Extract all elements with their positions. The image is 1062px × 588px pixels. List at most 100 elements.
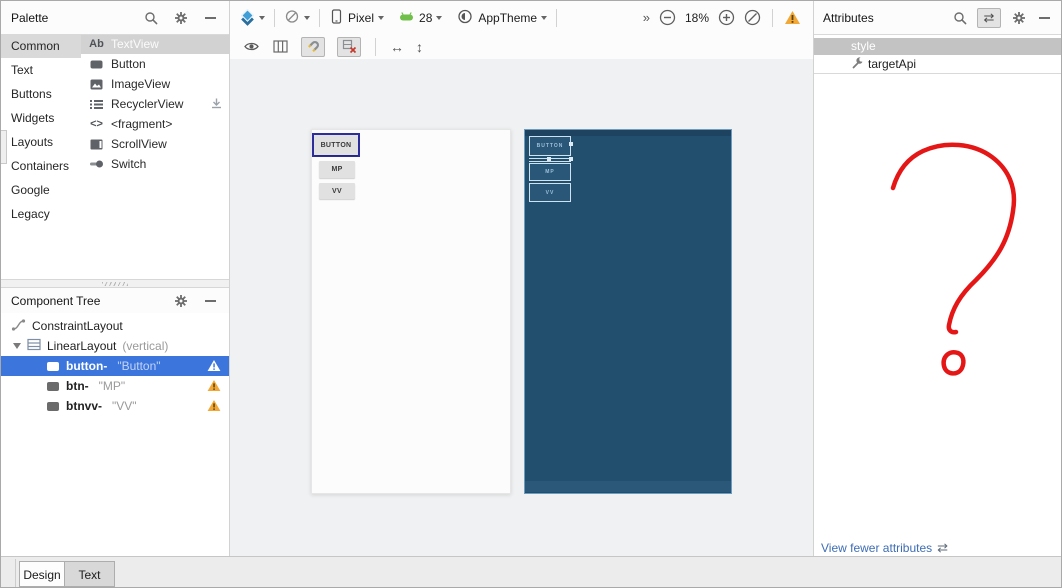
palette-item-recyclerview[interactable]: RecyclerView [81,94,229,114]
palette-item-imageview[interactable]: ImageView [81,74,229,94]
phone-icon [329,8,343,27]
constraintlayout-icon [11,318,26,335]
panel-splitter[interactable] [1,279,229,288]
minimize-icon[interactable] [1036,9,1053,26]
button-node-icon [47,401,59,411]
device-selector[interactable]: Pixel [329,8,385,27]
clear-constraints-icon[interactable] [337,36,361,57]
component-tree-header: Component Tree [1,288,229,313]
orientation-selector[interactable] [284,9,310,27]
attributes-title: Attributes [823,10,874,25]
autoconnect-magnet-icon[interactable] [301,36,325,57]
blueprint-preview-screen[interactable]: BUTTON MP VV [524,129,732,494]
button-node-icon [47,361,59,371]
button-node-icon [47,381,59,391]
gear-icon[interactable] [172,9,189,26]
blueprint-button[interactable]: MP [529,163,571,181]
warnings-icon[interactable] [784,9,801,26]
tree-node-button[interactable]: button- "Button" [1,356,229,376]
api-level-selector[interactable]: 28 [399,11,443,25]
minimize-icon[interactable] [202,292,219,309]
palette-item-textview[interactable]: Ab TextView [81,34,229,54]
fragment-icon: <> [90,118,103,130]
selection-handle[interactable] [569,157,573,161]
zoom-out-icon[interactable] [659,9,676,26]
palette-category-buttons[interactable]: Buttons [1,82,81,106]
vertical-resize-icon[interactable]: ↕ [416,39,423,55]
palette-item-switch[interactable]: Switch [81,154,229,174]
collapse-arrow-icon[interactable] [13,343,21,349]
design-toolbar: Pixel 28 AppTheme » 18% [229,1,813,34]
layers-icon [239,9,255,26]
attribute-row-style[interactable]: style [813,38,1061,55]
toolbar-overflow-icon[interactable]: » [643,10,650,25]
tab-text[interactable]: Text [64,561,115,587]
preview-button[interactable]: MP [319,161,355,178]
minimize-icon[interactable] [202,9,219,26]
blueprint-button[interactable]: BUTTON [529,136,571,156]
component-tree-title: Component Tree [11,293,101,308]
button-icon [89,60,104,69]
wrench-icon [851,56,864,72]
gear-icon[interactable] [172,292,189,309]
chevron-down-icon [378,15,385,20]
component-tree: ConstraintLayout LinearLayout (vertical) … [1,313,229,556]
blueprint-button[interactable]: VV [529,183,571,202]
search-icon[interactable] [951,9,968,26]
android-icon [399,11,414,25]
warning-icon [207,379,221,395]
palette-category-text[interactable]: Text [1,58,81,82]
tree-node-btn[interactable]: btn- "MP" [1,376,229,396]
palette-category-common[interactable]: Common [1,34,81,58]
design-canvas[interactable]: BUTTON MP VV BUTTON MP VV [229,59,813,556]
zoom-to-fit-icon[interactable] [744,9,761,26]
orientation-icon [284,9,300,27]
blueprint-mode-icon[interactable] [272,38,289,55]
recyclerview-icon [89,99,104,110]
tree-node-constraintlayout[interactable]: ConstraintLayout [1,316,229,336]
scrollview-icon [89,139,104,150]
palette-category-layouts[interactable]: Layouts [1,130,81,154]
gear-icon[interactable] [1010,9,1027,26]
linearlayout-icon [27,338,41,354]
collapsed-panel-handle[interactable] [1,130,7,164]
warning-icon [207,399,221,415]
canvas-toolbar: ↔ ↕ [229,34,813,59]
chevron-down-icon [541,15,548,20]
editor-mode-bar: Design Text [1,556,1061,587]
selection-handle[interactable] [547,157,551,161]
blueprint-navbar [525,481,731,492]
preview-button[interactable]: VV [319,183,355,199]
download-icon[interactable] [210,97,223,112]
palette-item-fragment[interactable]: <> <fragment> [81,114,229,134]
toggle-attributes-view-icon[interactable]: ⇄ [977,7,1001,28]
horizontal-resize-icon[interactable]: ↔ [390,39,404,55]
design-preview-screen[interactable]: BUTTON MP VV [311,129,511,494]
tree-node-linearlayout[interactable]: LinearLayout (vertical) [1,336,229,356]
view-fewer-attributes-link[interactable]: View fewer attributes ⇄ [821,540,948,556]
zoom-in-icon[interactable] [718,9,735,26]
tree-node-btnvv[interactable]: btnvv- "VV" [1,396,229,416]
theme-selector[interactable]: AppTheme [457,9,548,27]
chevron-down-icon [259,15,265,20]
design-surface-selector[interactable] [239,9,265,26]
palette-item-button[interactable]: Button [81,54,229,74]
switch-icon [89,159,104,169]
android-studio-layout-editor: Palette Common Text Buttons Widgets Layo… [0,0,1062,588]
palette-category-containers[interactable]: Containers [1,154,81,178]
palette-categories: Common Text Buttons Widgets Layouts Cont… [1,34,81,279]
theme-icon [457,9,473,27]
selection-handle[interactable] [569,142,573,146]
palette-category-legacy[interactable]: Legacy [1,202,81,226]
imageview-icon [89,79,104,90]
preview-button[interactable]: BUTTON [314,135,358,155]
palette-category-widgets[interactable]: Widgets [1,106,81,130]
palette-item-scrollview[interactable]: ScrollView [81,134,229,154]
attribute-row-targetapi[interactable]: targetApi [813,55,1061,73]
tab-design[interactable]: Design [19,561,65,587]
palette-items: Ab TextView Button ImageView RecyclerVie… [81,34,229,279]
search-icon[interactable] [142,9,159,26]
view-options-eye-icon[interactable] [243,38,260,55]
palette-header: Palette [1,1,229,34]
palette-category-google[interactable]: Google [1,178,81,202]
